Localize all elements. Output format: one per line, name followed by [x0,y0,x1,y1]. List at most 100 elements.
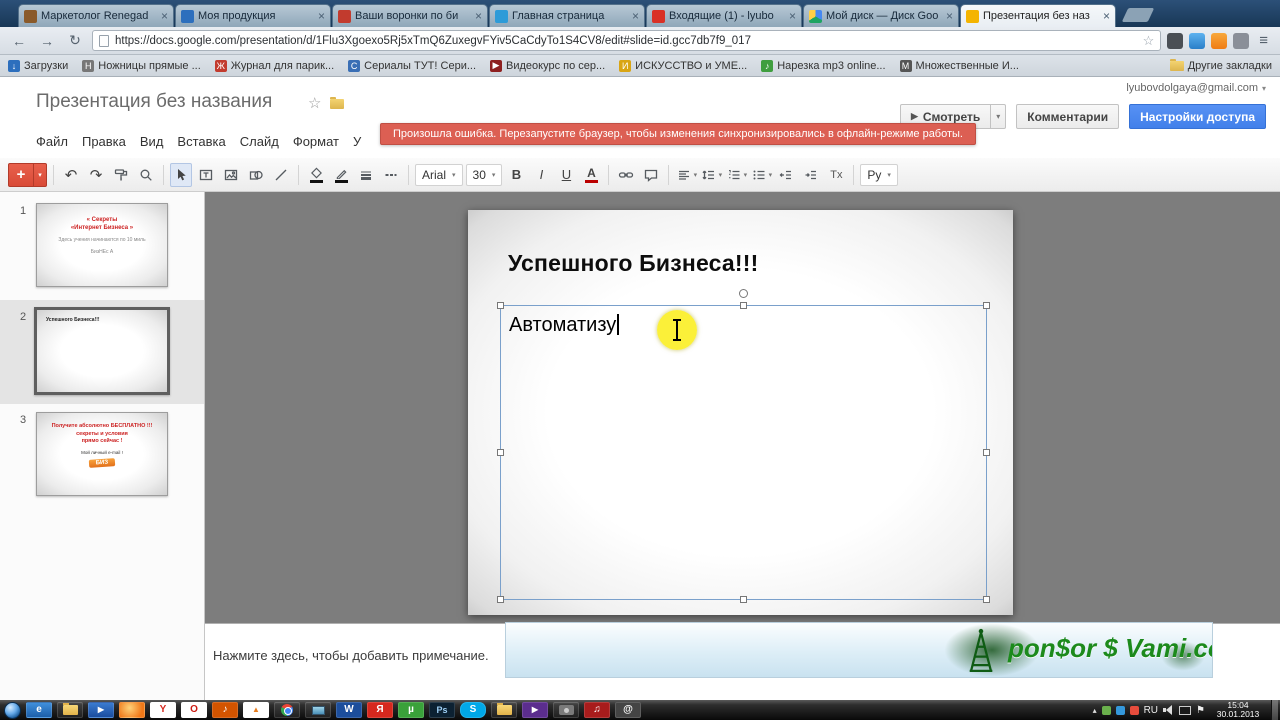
bulleted-list-button[interactable]: ▾ [750,163,772,187]
resize-handle-s[interactable] [739,596,747,603]
bookmark-item[interactable]: Н Ножницы прямые ... [82,59,201,72]
extension-icon-chart[interactable] [1189,32,1206,49]
tab-close-icon[interactable]: × [318,10,325,22]
watch-dropdown[interactable]: ▾ [991,104,1007,129]
share-button[interactable]: Настройки доступа [1129,104,1266,129]
insert-image-button[interactable] [220,163,242,187]
back-button[interactable]: ← [8,30,30,52]
tab-close-icon[interactable]: × [946,10,953,22]
account-menu[interactable]: lyubovdolgaya@gmail.com ▾ [1126,82,1266,94]
plus-icon[interactable]: + [8,162,34,187]
ad-banner[interactable]: pon$or $ Vami.com [505,622,1213,678]
new-tab-button[interactable] [1121,8,1155,22]
browser-tab-2[interactable]: Моя продукция × [175,4,331,27]
font-size-select[interactable]: 30 ▾ [465,163,503,186]
browser-tab-3[interactable]: Ваши воронки по би × [332,4,488,27]
show-desktop-button[interactable] [1271,700,1278,720]
text-color-button[interactable]: A [580,163,602,187]
taskbar-icon-media-player[interactable]: ▶ [88,702,114,718]
browser-tab-gmail[interactable]: Входящие (1) - lyubo × [646,4,802,27]
resize-handle-sw[interactable] [497,596,504,603]
taskbar-icon-photoshop[interactable]: Ps [429,702,455,718]
taskbar-icon-vlc[interactable]: ▲ [243,702,269,718]
selected-text-box[interactable]: Автоматизу [497,289,990,603]
browser-tab-1[interactable]: Маркетолог Renegad × [18,4,174,27]
undo-button[interactable]: ↶ [60,163,82,187]
taskbar-icon-utorrent[interactable]: µ [398,702,424,718]
menu-insert[interactable]: Вставка [177,134,225,149]
bold-button[interactable]: B [505,163,527,187]
menu-view[interactable]: Вид [140,134,164,149]
menu-format[interactable]: Формат [293,134,339,149]
resize-handle-w[interactable] [497,448,504,456]
taskbar-icon-skype[interactable]: S [460,702,486,718]
document-title[interactable]: Презентация без названия [36,91,272,113]
menu-file[interactable]: Файл [36,134,68,149]
tab-close-icon[interactable]: × [161,10,168,22]
align-button[interactable]: ▾ [675,163,697,187]
increase-indent-button[interactable] [800,163,822,187]
tab-close-icon[interactable]: × [475,10,482,22]
bookmark-item[interactable]: С Сериалы ТУТ! Сери... [348,59,476,72]
hidden-icons-arrow[interactable]: ▴ [1093,706,1097,715]
taskbar-icon-ie[interactable]: e [26,702,52,718]
action-center-flag-icon[interactable]: ⚑ [1196,705,1205,716]
insert-line-button[interactable] [270,163,292,187]
taskbar-icon-yandex[interactable]: Y [150,702,176,718]
taskbar-icon-chrome[interactable] [274,702,300,718]
taskbar-icon-audio[interactable]: ♫ [584,702,610,718]
extension-icon-1[interactable] [1167,32,1184,49]
new-slide-dropdown[interactable]: ▾ [34,162,47,187]
tab-close-icon[interactable]: × [789,10,796,22]
select-tool-button[interactable] [170,162,192,187]
language-indicator[interactable]: RU [1144,705,1158,716]
font-family-select[interactable]: Arial ▾ [415,163,463,186]
star-document-icon[interactable]: ☆ [308,94,321,112]
taskbar-icon-mail[interactable]: @ [615,702,641,718]
resize-handle-se[interactable] [983,596,990,603]
browser-tab-4[interactable]: Главная страница × [489,4,645,27]
browser-tab-active-presentation[interactable]: Презентация без наз × [960,4,1116,27]
line-color-button[interactable] [330,163,352,187]
redo-button[interactable]: ↷ [85,163,107,187]
tab-close-icon[interactable]: × [1103,10,1110,22]
line-weight-button[interactable] [355,163,377,187]
taskbar-icon-computer[interactable] [305,702,331,718]
underline-button[interactable]: U [555,163,577,187]
taskbar-icon-winamp[interactable]: ♪ [212,702,238,718]
tab-close-icon[interactable]: × [632,10,639,22]
decrease-indent-button[interactable] [775,163,797,187]
insert-shape-button[interactable] [245,163,267,187]
taskbar-icon-firefox[interactable] [119,702,145,718]
bookmark-item[interactable]: И ИСКУССТВО и УМЕ... [619,59,747,72]
reload-button[interactable]: ↻ [64,30,86,52]
insert-comment-button[interactable] [640,163,662,187]
menu-arrange[interactable]: У [353,134,361,149]
url-text[interactable]: https://docs.google.com/presentation/d/1… [115,35,1137,47]
slide-thumbnail-3[interactable]: Получите абсолютно БЕСПЛАТНО !!! секреты… [36,412,168,496]
volume-icon[interactable] [1163,705,1174,715]
taskbar-icon-folder[interactable] [491,702,517,718]
forward-button[interactable]: → [36,30,58,52]
slide-thumbnail-2-selected[interactable]: Успешного Бизнеса!!! [34,307,170,395]
taskbar-icon-opera[interactable]: O [181,702,207,718]
text-box-button[interactable] [195,163,217,187]
bookmark-downloads[interactable]: ↓ Загрузки [8,59,68,72]
slide-thumbnail-1[interactable]: « Секреты «Интернет Бизнеса » Здесь учен… [36,203,168,287]
resize-handle-nw[interactable] [497,302,504,309]
italic-button[interactable]: I [530,163,552,187]
input-tools-select[interactable]: Ру ▾ [860,163,898,186]
notes-placeholder[interactable]: Нажмите здесь, чтобы добавить примечание… [213,648,489,663]
browser-menu-icon[interactable]: ≡ [1255,32,1272,49]
numbered-list-button[interactable]: ▾ [725,163,747,187]
clear-formatting-button[interactable]: Tx [825,163,847,187]
insert-link-button[interactable] [615,163,637,187]
menu-edit[interactable]: Правка [82,134,126,149]
fill-color-button[interactable] [305,163,327,187]
tray-icon-2[interactable] [1115,705,1125,715]
tray-icon-1[interactable] [1101,705,1111,715]
extension-icon-orange[interactable] [1211,32,1228,49]
comments-button[interactable]: Комментарии [1016,104,1120,129]
bookmark-item[interactable]: М Множественные И... [899,59,1019,72]
extension-icon-2[interactable] [1233,32,1250,49]
